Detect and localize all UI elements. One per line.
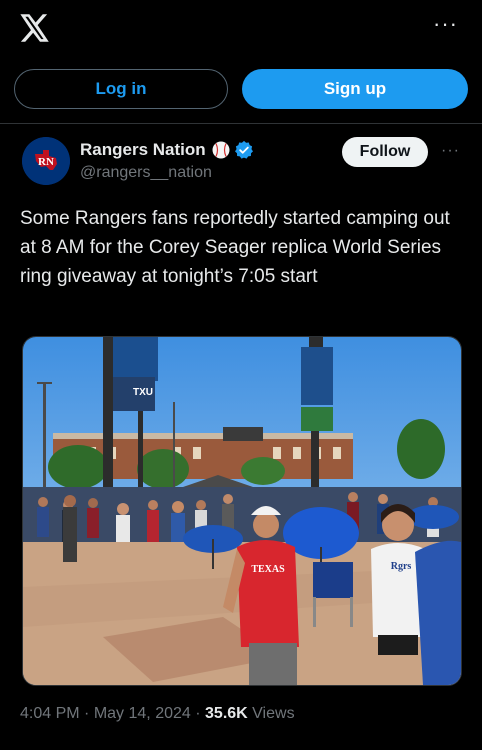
post-date[interactable]: May 14, 2024 xyxy=(94,705,191,722)
x-logo-icon[interactable] xyxy=(20,14,50,42)
baseball-emoji-icon xyxy=(212,141,230,159)
avatar[interactable]: RN xyxy=(22,137,70,185)
post-text: Some Rangers fans reportedly started cam… xyxy=(20,208,450,287)
follow-button[interactable]: Follow xyxy=(342,137,428,167)
auth-buttons: Log in Sign up xyxy=(14,69,468,109)
meta-separator: · xyxy=(195,705,201,722)
rangers-jersey-text: Rgrs xyxy=(391,561,412,572)
rangers-logo-icon: RN xyxy=(22,137,70,185)
author-name-row: Rangers Nation xyxy=(80,139,254,161)
post-meta: 4:04 PM · May 14, 2024 · 35.6K Views xyxy=(20,705,295,723)
views-label: Views xyxy=(252,705,295,722)
top-bar: ··· xyxy=(0,0,482,58)
post-more-icon[interactable]: ··· xyxy=(441,142,460,160)
more-options-icon[interactable]: ··· xyxy=(433,13,458,35)
texas-shirt-text: TEXAS xyxy=(251,564,285,575)
avatar-text: RN xyxy=(38,156,54,168)
views-count: 35.6K xyxy=(205,705,248,722)
verified-badge-icon xyxy=(234,140,253,159)
signup-button[interactable]: Sign up xyxy=(242,69,468,109)
divider xyxy=(0,123,482,124)
author-handle[interactable]: @rangers__nation xyxy=(80,164,212,182)
author-display-name[interactable]: Rangers Nation xyxy=(80,140,206,160)
login-button[interactable]: Log in xyxy=(14,69,228,109)
txu-sign: TXU xyxy=(133,387,153,398)
stadium-photo: TXU TEXAS Rgrs xyxy=(23,337,461,685)
post-photo[interactable]: TXU TEXAS Rgrs xyxy=(22,336,462,686)
post-time[interactable]: 4:04 PM xyxy=(20,705,80,722)
meta-separator: · xyxy=(84,705,90,722)
